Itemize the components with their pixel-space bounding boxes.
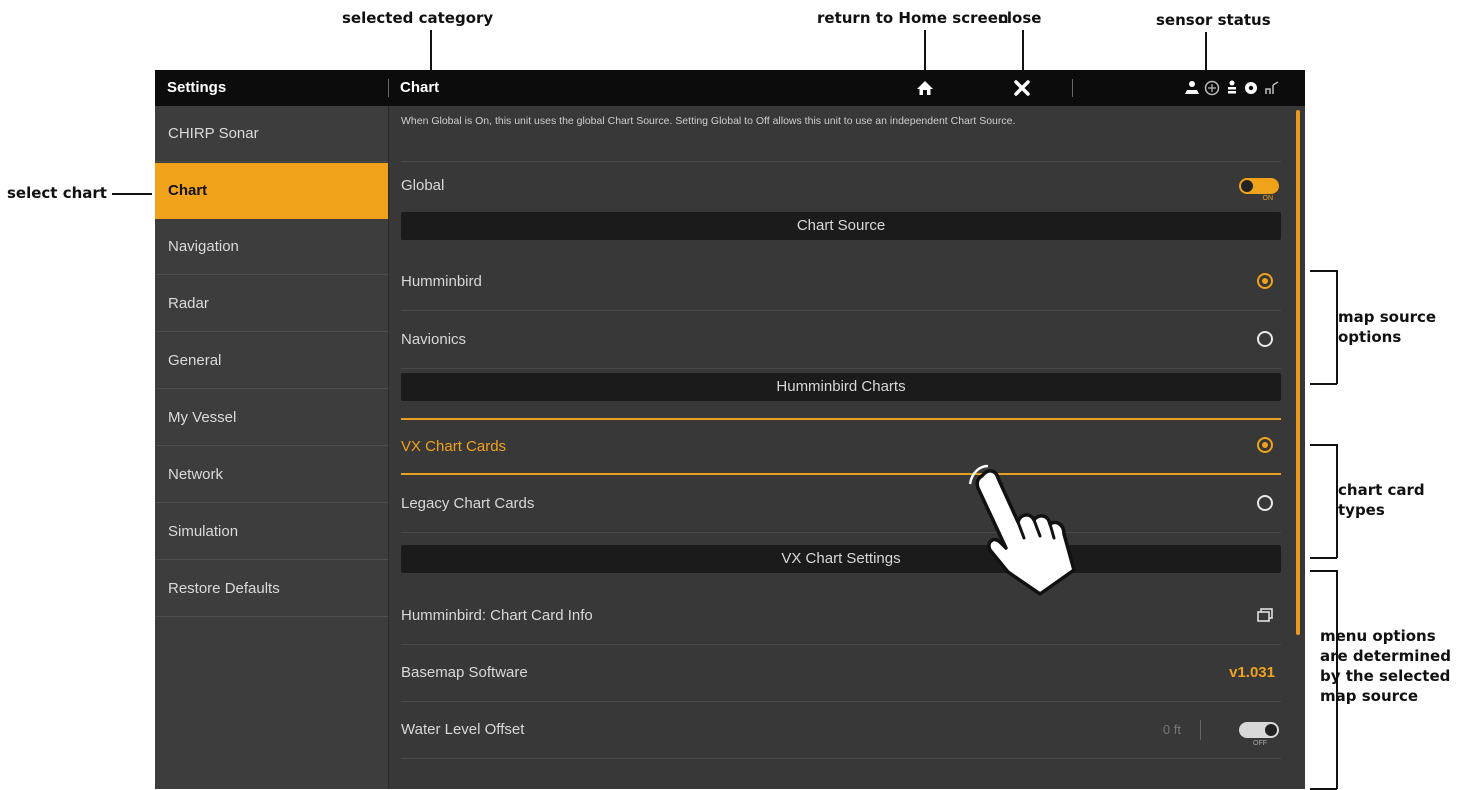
- boat-sensor-icon: [1183, 76, 1201, 100]
- section-humminbird-charts: Humminbird Charts: [401, 373, 1281, 401]
- depth-sensor-icon: [1225, 76, 1239, 100]
- scrollbar[interactable]: [1296, 110, 1300, 635]
- sidebar-item-general[interactable]: General: [155, 333, 388, 389]
- sidebar-item-radar[interactable]: Radar: [155, 276, 388, 332]
- sidebar-item-simulation[interactable]: Simulation: [155, 504, 388, 560]
- water-level-offset-row[interactable]: Water Level Offset 0 ft OFF: [401, 702, 1281, 759]
- card-type-legacy[interactable]: Legacy Chart Cards: [401, 476, 1281, 533]
- settings-title: Settings: [167, 79, 227, 96]
- chart-source-humminbird[interactable]: Humminbird: [401, 254, 1281, 311]
- water-level-toggle-state: OFF: [1253, 740, 1267, 747]
- global-row[interactable]: Global ON: [401, 164, 1281, 206]
- touch-hand-icon: [968, 464, 1076, 596]
- radio-unselected-icon[interactable]: [1257, 495, 1273, 511]
- callout-bracket: [1310, 570, 1337, 572]
- card-type-vx[interactable]: VX Chart Cards: [401, 418, 1281, 475]
- global-label: Global: [401, 177, 445, 194]
- divider: [401, 161, 1281, 162]
- callout-line: [112, 193, 152, 195]
- global-toggle-state: ON: [1262, 195, 1274, 202]
- callout-bracket: [1310, 270, 1337, 272]
- water-level-label: Water Level Offset: [401, 721, 525, 738]
- callout-return-home: return to Home screen: [817, 9, 1009, 27]
- callout-sensor-status: sensor status: [1156, 11, 1271, 29]
- title-divider: [388, 79, 389, 97]
- sidebar-item-my-vessel[interactable]: My Vessel: [155, 390, 388, 446]
- legacy-cards-label: Legacy Chart Cards: [401, 495, 535, 512]
- divider: [1200, 720, 1201, 740]
- radio-unselected-icon[interactable]: [1257, 331, 1273, 347]
- global-toggle[interactable]: [1239, 178, 1279, 194]
- callout-close: close: [998, 9, 1042, 27]
- callout-bracket: [1310, 383, 1337, 385]
- sidebar-item-restore-defaults[interactable]: Restore Defaults: [155, 561, 388, 617]
- toggle-knob: [1241, 180, 1253, 192]
- section-chart-source: Chart Source: [401, 212, 1281, 240]
- status-divider: [1072, 79, 1073, 97]
- sidebar-item-navigation[interactable]: Navigation: [155, 219, 388, 275]
- water-level-toggle[interactable]: [1239, 722, 1279, 738]
- callout-map-source-options: map source options: [1338, 308, 1437, 346]
- navionics-label: Navionics: [401, 331, 467, 348]
- chart-card-info-label: Humminbird: Chart Card Info: [401, 607, 593, 624]
- sidebar-item-chirp-sonar[interactable]: CHIRP Sonar: [155, 106, 388, 162]
- close-icon[interactable]: [1010, 76, 1034, 100]
- callout-select-chart: select chart: [7, 184, 107, 202]
- basemap-label: Basemap Software: [401, 664, 528, 681]
- global-description: When Global is On, this unit uses the gl…: [401, 115, 1016, 127]
- basemap-software-row[interactable]: Basemap Software v1.031: [401, 645, 1281, 702]
- network-icon: [1263, 76, 1281, 100]
- water-level-value: 0 ft: [1162, 722, 1181, 737]
- page-title: Chart: [400, 79, 440, 96]
- callout-bracket: [1310, 557, 1337, 559]
- callout-menu-options: menu options are determined by the selec…: [1320, 627, 1451, 705]
- radio-selected-icon[interactable]: [1257, 273, 1273, 289]
- chart-card-info-row[interactable]: Humminbird: Chart Card Info: [401, 588, 1281, 645]
- settings-content: When Global is On, this unit uses the gl…: [388, 106, 1305, 789]
- sidebar-item-chart[interactable]: Chart: [155, 163, 404, 219]
- top-bar: Settings Chart: [155, 70, 1305, 106]
- info-window-icon[interactable]: [1257, 608, 1273, 627]
- settings-sidebar: CHIRP Sonar Chart Navigation Radar Gener…: [155, 106, 404, 789]
- radio-selected-icon[interactable]: [1257, 437, 1273, 453]
- gps-icon: [1203, 76, 1221, 100]
- section-vx-chart-settings: VX Chart Settings: [401, 545, 1281, 573]
- chart-source-navionics[interactable]: Navionics: [401, 312, 1281, 369]
- basemap-version: v1.031: [1229, 664, 1275, 681]
- toggle-knob: [1265, 724, 1277, 736]
- vx-cards-label: VX Chart Cards: [401, 438, 507, 455]
- home-icon[interactable]: [913, 76, 937, 100]
- sidebar-item-network[interactable]: Network: [155, 447, 388, 503]
- callout-selected-category: selected category: [342, 9, 494, 27]
- humminbird-label: Humminbird: [401, 273, 482, 290]
- callout-chart-card-types: chart card types: [1338, 481, 1425, 519]
- callout-bracket: [1310, 444, 1337, 446]
- temp-sensor-icon: [1243, 76, 1259, 100]
- device-screen: Settings Chart CHIRP Sonar Chart Navigat…: [155, 70, 1305, 789]
